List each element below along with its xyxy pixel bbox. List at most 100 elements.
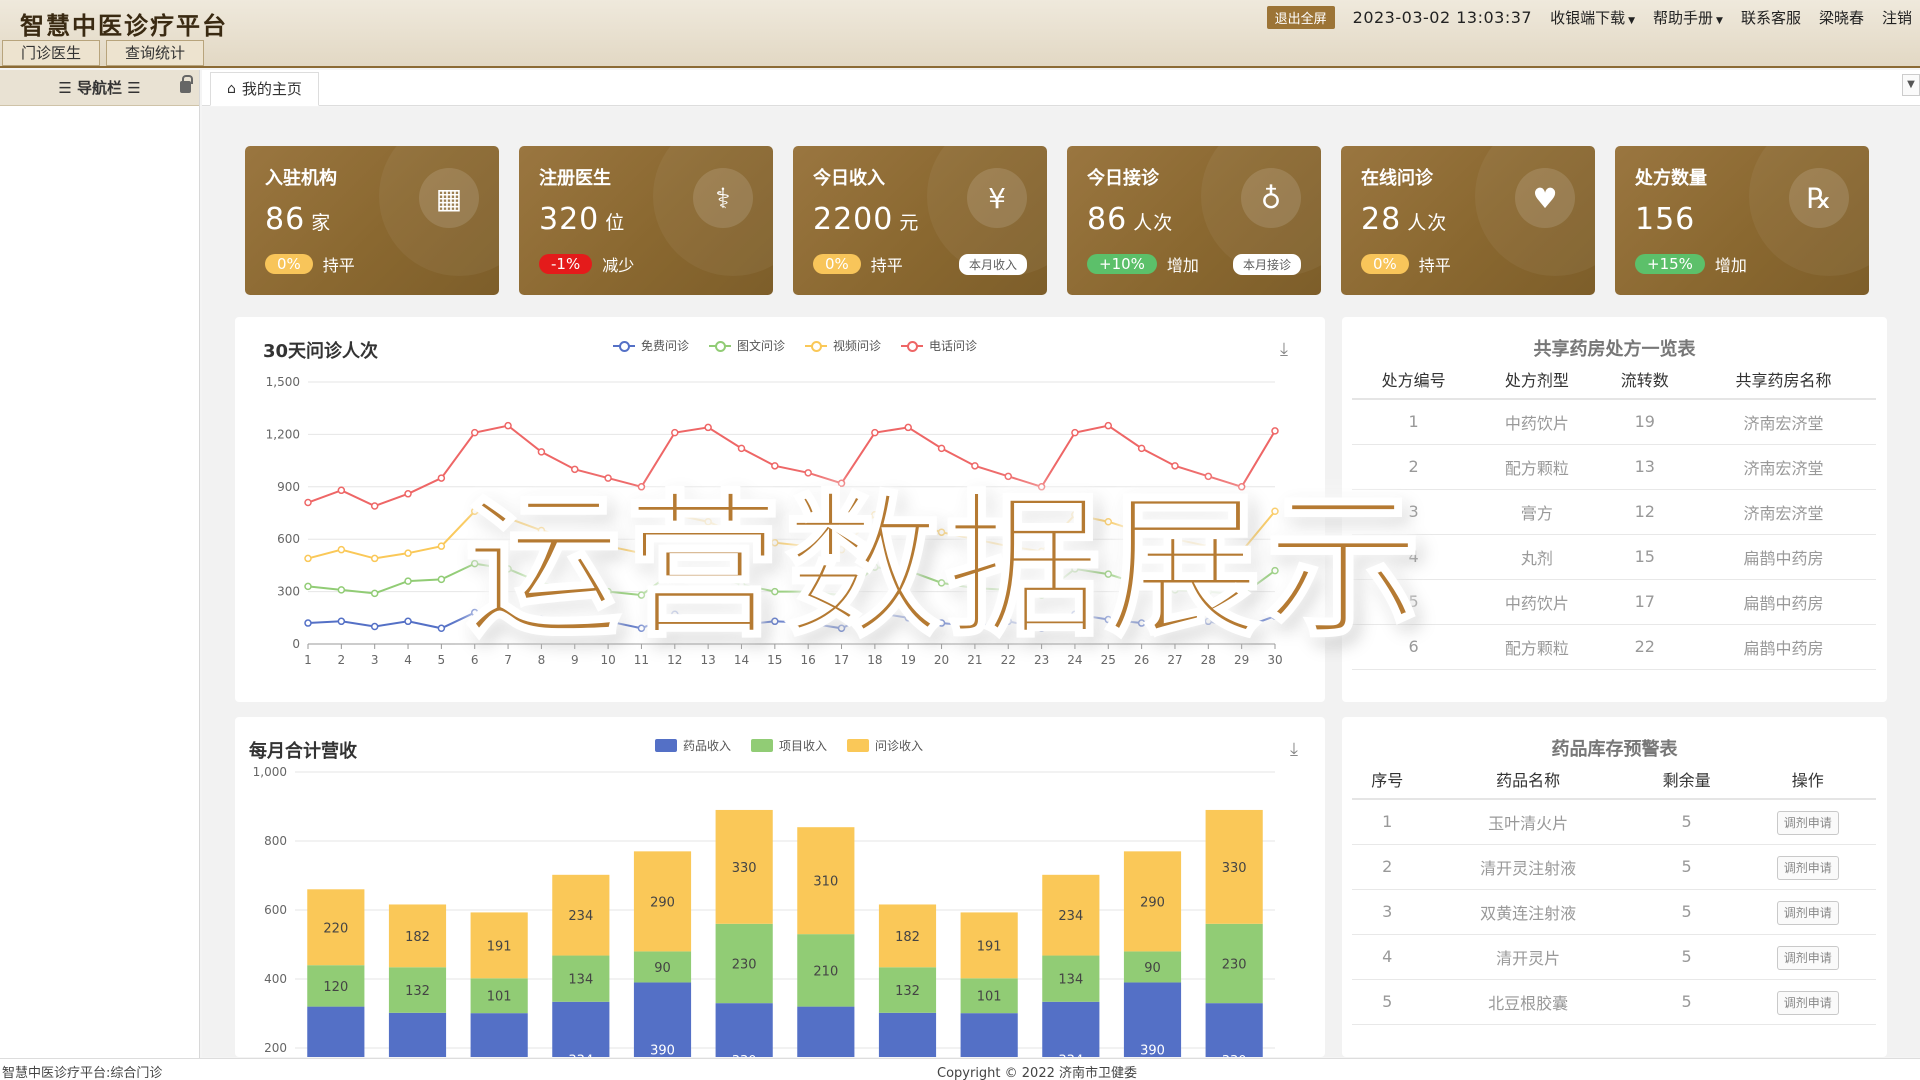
bar-data-label: 210 — [813, 964, 838, 979]
data-point[interactable] — [871, 428, 879, 437]
data-point[interactable] — [1071, 428, 1079, 437]
bar-segment[interactable] — [1042, 1001, 1100, 1057]
data-point[interactable] — [337, 486, 346, 495]
trend-label: 持平 — [870, 256, 903, 275]
table-row[interactable]: 5 中药饮片 17 扁鹊中药房 — [1352, 579, 1876, 625]
column-header: 共享药房名称 — [1691, 359, 1876, 400]
dispense-request-button[interactable]: 调剂申请 — [1776, 811, 1839, 836]
bar-segment[interactable] — [307, 1006, 365, 1057]
data-point[interactable] — [437, 575, 446, 584]
data-point[interactable] — [437, 542, 446, 550]
user-name-link[interactable]: 梁晓春 — [1819, 7, 1864, 28]
data-point[interactable] — [470, 428, 479, 437]
data-point[interactable] — [337, 617, 346, 626]
table-cell-action: 调剂申请 — [1739, 934, 1876, 980]
stat-card-title: 今日接诊 — [1087, 168, 1159, 189]
table-row[interactable]: 1 中药饮片 19 济南宏济堂 — [1352, 399, 1876, 445]
stat-card-unit: 家 — [311, 212, 332, 234]
stat-card-trend: 0% 持平 — [1361, 252, 1451, 276]
table-row[interactable]: 2 配方颗粒 13 济南宏济堂 — [1352, 444, 1876, 490]
bar-segment[interactable] — [1205, 1003, 1263, 1057]
data-point[interactable] — [437, 624, 446, 633]
lock-icon[interactable] — [180, 75, 193, 93]
table-row[interactable]: 1 玉叶清火片 5 调剂申请 — [1352, 799, 1876, 845]
bar-segment[interactable] — [960, 1013, 1018, 1057]
table-row[interactable]: 5 北豆根胶囊 5 调剂申请 — [1352, 979, 1876, 1025]
data-point[interactable] — [370, 589, 379, 598]
stat-cards: 入驻机构 86 家 ▦ 0% 持平 注册医生 320 位 ⚕ -1% 减少 今日收入 2200 元 ¥0% 持平… — [245, 146, 1869, 295]
data-point[interactable] — [337, 545, 346, 554]
data-point[interactable] — [437, 474, 446, 482]
table-cell: 1 — [1352, 399, 1476, 445]
top-tab-query-statistics[interactable]: 查询统计 — [106, 40, 205, 66]
data-point[interactable] — [404, 577, 412, 585]
y-tick-label: 0 — [292, 637, 300, 651]
logout-link[interactable]: 注销 — [1882, 7, 1912, 28]
data-point[interactable] — [404, 549, 412, 557]
bar-data-label: 390 — [1140, 1044, 1165, 1057]
data-point[interactable] — [304, 582, 312, 591]
contact-support-link[interactable]: 联系客服 — [1741, 7, 1801, 28]
data-point[interactable] — [1271, 427, 1279, 435]
bar-segment[interactable] — [878, 1012, 937, 1057]
data-point[interactable] — [671, 428, 679, 437]
data-point[interactable] — [370, 554, 379, 563]
y-tick-label: 1,000 — [253, 765, 287, 779]
table-row[interactable]: 4 丸剂 15 扁鹊中药房 — [1352, 534, 1876, 580]
data-point[interactable] — [1104, 421, 1113, 430]
data-point[interactable] — [504, 421, 512, 430]
table-row[interactable]: 2 清开灵注射液 5 调剂申请 — [1352, 844, 1876, 890]
bar-segment[interactable] — [797, 1006, 855, 1057]
bar-segment[interactable] — [388, 1012, 447, 1057]
data-point[interactable] — [304, 498, 312, 507]
data-point[interactable] — [370, 502, 379, 510]
data-point[interactable] — [304, 554, 312, 563]
help-manual-label: 帮助手册 — [1653, 9, 1714, 27]
stock-warning-table-panel: 药品库存预警表 序号 药品名称 剩余量 操作 1 玉叶清火片 5 调剂申请 2 清开灵注射液 5 调剂… — [1342, 717, 1887, 1057]
dispense-request-button[interactable]: 调剂申请 — [1776, 946, 1839, 970]
table-cell: 济南宏济堂 — [1691, 489, 1876, 535]
dispense-request-button[interactable]: 调剂申请 — [1776, 901, 1839, 925]
bar-segment[interactable] — [470, 1013, 528, 1057]
stat-card-unit: 位 — [605, 212, 626, 234]
exit-fullscreen-button[interactable]: 退出全屏 — [1266, 6, 1335, 29]
data-point[interactable] — [304, 619, 312, 627]
bar-data-label: 182 — [405, 930, 430, 945]
table-row[interactable]: 6 配方颗粒 22 扁鹊中药房 — [1352, 624, 1876, 670]
x-tick-label: 2 — [338, 653, 346, 667]
data-point[interactable] — [904, 423, 912, 432]
top-tab-outpatient-doctor[interactable]: 门诊医生 — [2, 40, 101, 66]
bar-data-label: 230 — [732, 957, 757, 972]
table-row[interactable]: 4 清开灵片 5 调剂申请 — [1352, 934, 1876, 980]
sidebar-header[interactable]: ☰ 导航栏 ☰ — [0, 70, 199, 106]
bar-segment[interactable] — [715, 1003, 773, 1057]
table-row[interactable]: 3 双黄连注射液 5 调剂申请 — [1352, 889, 1876, 935]
column-header: 剩余量 — [1633, 759, 1740, 800]
home-icon: ⌂ — [227, 81, 236, 97]
data-point[interactable] — [404, 490, 412, 498]
period-chip[interactable]: 本月收入 — [958, 254, 1027, 275]
data-point[interactable] — [404, 617, 412, 626]
y-tick-label: 600 — [264, 903, 287, 917]
data-point[interactable] — [370, 622, 379, 631]
cashier-download-menu[interactable]: 收银端下载 ▼ — [1550, 7, 1635, 28]
top-tabs: 门诊医生 查询统计 — [2, 40, 205, 66]
dispense-request-button[interactable]: 调剂申请 — [1776, 856, 1839, 880]
data-point[interactable] — [704, 423, 712, 432]
tab-my-home[interactable]: ⌂ 我的主页 — [210, 72, 319, 106]
bar-data-label: 334 — [1058, 1053, 1083, 1057]
period-chip[interactable]: 本月接诊 — [1232, 254, 1301, 275]
dispense-request-button[interactable]: 调剂申请 — [1776, 991, 1839, 1015]
bar-segment[interactable] — [552, 1001, 610, 1057]
stat-card-trend: +10% 增加 — [1087, 252, 1199, 276]
y-tick-label: 800 — [264, 834, 287, 848]
bar-data-label: 90 — [654, 961, 671, 976]
bar-data-label: 310 — [813, 875, 838, 890]
table-cell-action: 调剂申请 — [1739, 889, 1876, 935]
table-row[interactable]: 3 膏方 12 济南宏济堂 — [1352, 489, 1876, 535]
stat-card-trend: -1% 减少 — [539, 252, 634, 276]
trend-badge: 0% — [813, 254, 861, 274]
tab-scroll-down-button[interactable]: ▼ — [1902, 74, 1920, 96]
data-point[interactable] — [337, 586, 346, 594]
help-manual-menu[interactable]: 帮助手册 ▼ — [1653, 7, 1723, 28]
